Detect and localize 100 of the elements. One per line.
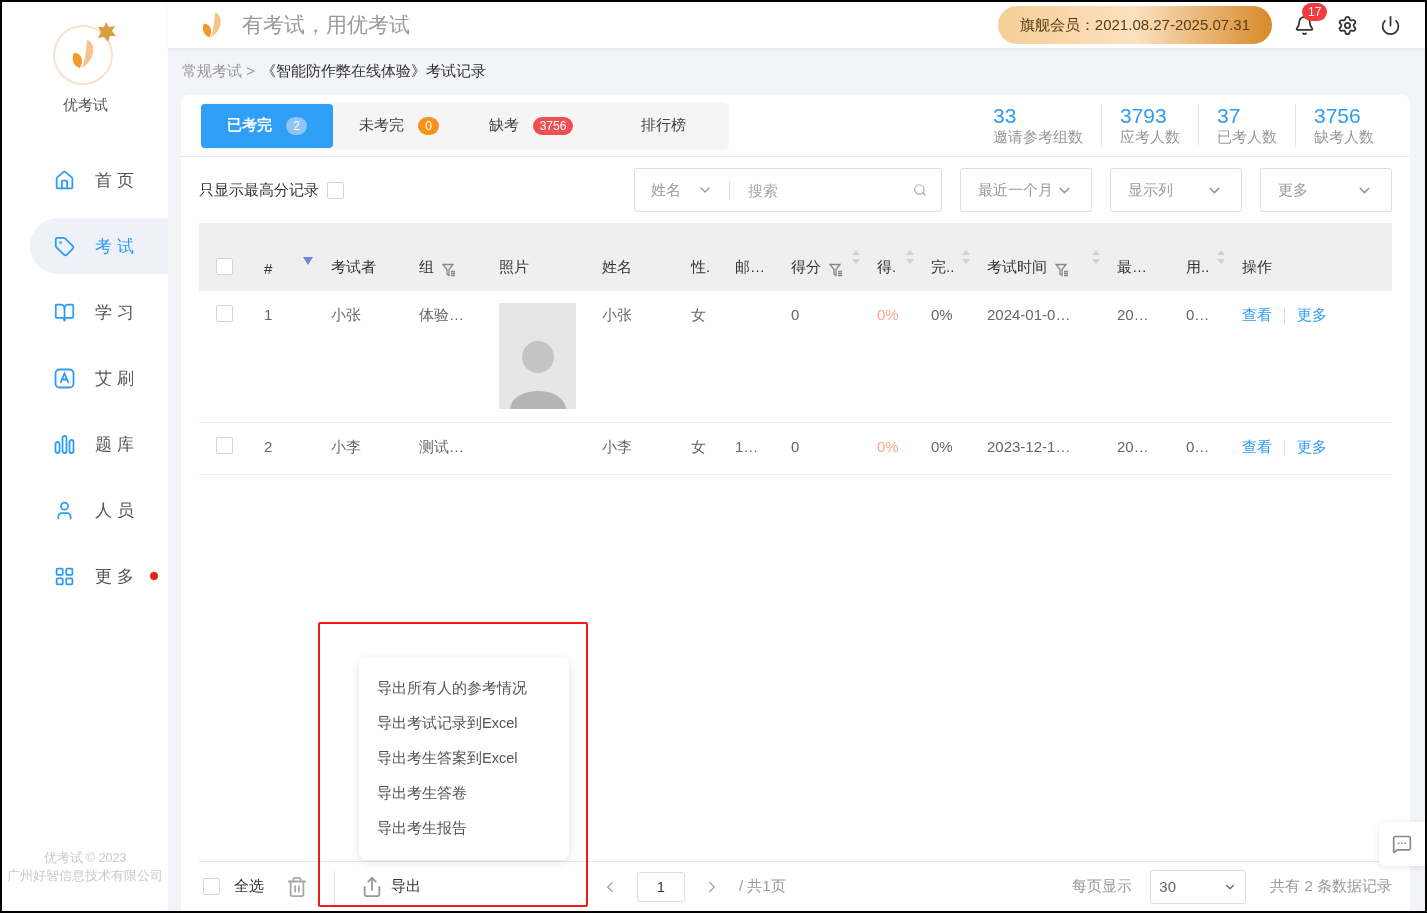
table-cell: 20… [1117, 438, 1149, 455]
settings-icon[interactable] [1337, 14, 1358, 36]
page-input[interactable]: 1 [637, 871, 685, 902]
breadcrumb-item: 《智能防作弊在线体验》考试记录 [260, 62, 486, 81]
nav-label: 更 多 [95, 565, 134, 588]
column-header: 考试者 [331, 258, 376, 277]
nav-item[interactable]: 学 习 [30, 284, 168, 340]
tab[interactable]: 排行榜 [597, 103, 729, 148]
tab-label: 已考完 [227, 116, 273, 135]
checkbox[interactable] [216, 258, 233, 275]
sort-icon[interactable] [961, 249, 971, 265]
table-cell: 20… [1117, 306, 1149, 323]
column-header: 性. [691, 258, 711, 277]
sort-icon[interactable] [905, 249, 915, 265]
column-header: 得. [877, 258, 897, 277]
nav-item[interactable]: 题 库 [30, 416, 168, 472]
table-cell: 0 [791, 438, 800, 455]
app-name: 优考试 [62, 96, 108, 115]
filter-icon[interactable] [442, 263, 456, 277]
column-header: 考试时间 [987, 258, 1047, 277]
count-badge: 0 [418, 116, 439, 135]
checkbox[interactable] [216, 437, 233, 454]
column-header: 用.. [1186, 258, 1210, 277]
trash-icon[interactable] [286, 875, 308, 898]
table-cell: 0% [877, 438, 899, 455]
per-page-select[interactable]: 30 [1150, 869, 1247, 904]
menu-item[interactable]: 导出所有人的参考情况 [359, 671, 569, 706]
column-header: 得分 [791, 258, 821, 277]
table-cell: 测试… [419, 438, 464, 455]
table-cell: 1 [264, 306, 273, 323]
checkbox[interactable] [203, 878, 220, 895]
column-header: # [264, 260, 273, 277]
menu-item[interactable]: 导出考试记录到Excel [359, 706, 569, 741]
table-cell: 2024-01-0… [987, 306, 1071, 323]
bar-chart-icon [54, 433, 75, 455]
column-header: 最… [1117, 258, 1147, 277]
filter-icon[interactable] [829, 263, 843, 277]
checkbox[interactable] [327, 181, 344, 199]
stat-value: 3756 [1314, 104, 1362, 128]
tab-label: 缺考 [488, 116, 519, 135]
tab[interactable]: 缺考 3756 [465, 103, 597, 148]
table-cell: 小张 [331, 306, 361, 323]
nav-label: 艾 刷 [95, 367, 134, 390]
stat-label: 应考人数 [1120, 128, 1180, 147]
nav-item[interactable]: 人 员 [30, 482, 168, 538]
per-page-label: 每页显示 [1072, 877, 1133, 896]
chat-button[interactable] [1379, 822, 1425, 866]
sort-desc-icon[interactable] [303, 257, 313, 265]
home-icon [54, 169, 75, 191]
select-all-label: 全选 [234, 877, 264, 896]
checkbox[interactable] [216, 305, 233, 322]
table-cell: 0… [1186, 306, 1210, 323]
table-cell: 2023-12-1… [987, 438, 1071, 455]
checkbox-label: 只显示最高分记录 [199, 180, 319, 200]
sort-icon[interactable] [1216, 249, 1226, 265]
chat-icon [1392, 834, 1412, 854]
tab[interactable]: 未考完 0 [333, 103, 465, 148]
count-badge: 3756 [532, 116, 574, 135]
power-icon[interactable] [1380, 14, 1401, 36]
nav-label: 首 页 [95, 169, 134, 192]
nav-item[interactable]: 更 多 [30, 548, 168, 604]
stat-label: 缺考人数 [1314, 128, 1374, 147]
nav-label: 题 库 [95, 433, 134, 456]
column-header: 邮… [735, 258, 765, 277]
column-header: 完.. [931, 258, 955, 277]
sort-icon[interactable] [1091, 249, 1101, 265]
table-cell: 女 [691, 438, 706, 455]
table-cell: 2 [264, 438, 273, 455]
table-cell: 小李 [331, 438, 361, 455]
menu-item[interactable]: 导出考生答案到Excel [359, 741, 569, 776]
nav-item[interactable]: 艾 刷 [30, 350, 168, 406]
bell-icon[interactable] [1294, 14, 1315, 36]
stat-label: 已考人数 [1217, 128, 1277, 147]
search-icon [913, 183, 927, 197]
nav-item[interactable]: 首 页 [30, 152, 168, 208]
table-cell: 1… [735, 438, 759, 455]
table-cell: 小李 [602, 438, 632, 455]
table-cell: 0 [791, 306, 800, 323]
record-count: 共有 2 条数据记录 [1270, 877, 1392, 896]
table-cell: 0% [877, 306, 899, 323]
menu-item[interactable]: 导出考生答卷 [359, 776, 569, 811]
table-cell: 女 [691, 306, 706, 323]
sort-icon[interactable] [851, 249, 861, 265]
filter-icon[interactable] [1055, 263, 1069, 277]
field-select-value: 姓名 [651, 180, 681, 200]
column-header: 操作 [1242, 258, 1272, 277]
table-cell: 小张 [602, 306, 632, 323]
stat-value: 3793 [1120, 104, 1168, 128]
stat-value: 33 [993, 104, 1018, 128]
page-count: / 共1页 [739, 877, 786, 896]
grid-icon [54, 565, 75, 587]
column-header: 姓名 [602, 258, 632, 277]
count-badge: 2 [286, 116, 307, 135]
book-icon [54, 301, 75, 323]
letter-square-icon [54, 367, 75, 389]
slogan: 有考试，用优考试 [242, 12, 410, 38]
notification-count: 17 [1302, 2, 1328, 21]
menu-item[interactable]: 导出考生报告 [359, 811, 569, 846]
table-cell: 0… [1186, 438, 1210, 455]
export-button[interactable]: 导出 [334, 868, 431, 905]
